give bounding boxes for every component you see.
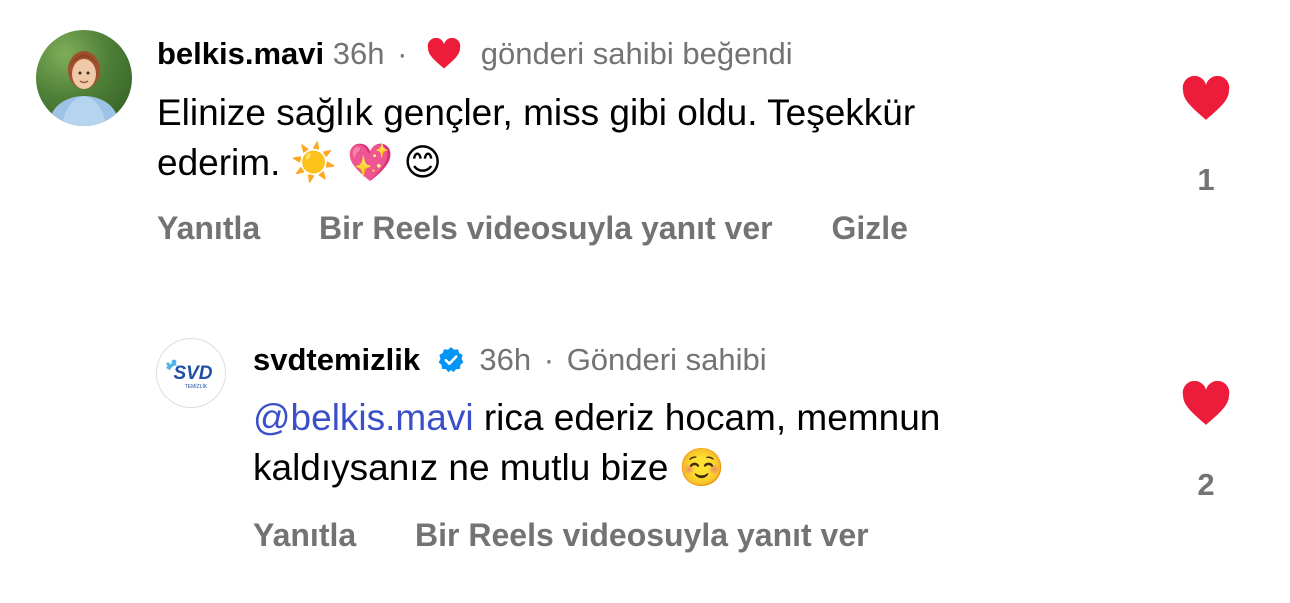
smiling-face-emoji: ☺️	[678, 446, 725, 489]
separator: ·	[543, 342, 555, 377]
comment-text-line-2: ederim.	[157, 142, 281, 183]
comment-text: Elinize sağlık gençler, miss gibi oldu. …	[157, 88, 915, 188]
reels-reply-button[interactable]: Bir Reels videosuyla yanıt ver	[319, 210, 773, 246]
like-column: 2	[1176, 381, 1236, 503]
reply-button[interactable]: Yanıtla	[253, 517, 356, 553]
author-role-label: Gönderi sahibi	[566, 342, 767, 377]
logo-text: SVD	[173, 363, 212, 384]
comment-text-line-1: rica ederiz hocam, memnun	[473, 397, 941, 438]
logo-subtext: TEMİZLİK	[185, 383, 208, 390]
reels-reply-button[interactable]: Bir Reels videosuyla yanıt ver	[415, 517, 869, 553]
like-count[interactable]: 1	[1176, 162, 1236, 198]
heart-icon[interactable]	[1181, 381, 1231, 427]
comment-header: belkis.mavi 36h · gönderi sahibi beğendi	[157, 34, 793, 74]
comment-text-line: @belkis.mavi rica ederiz hocam, memnun	[253, 393, 940, 443]
verified-badge-icon	[438, 347, 464, 373]
comment-text: @belkis.mavi rica ederiz hocam, memnun k…	[253, 393, 940, 493]
separator: ·	[397, 36, 408, 71]
svd-logo-icon: SVD TEMİZLİK	[157, 339, 225, 407]
liked-by-author-label: gönderi sahibi beğendi	[480, 36, 793, 71]
avatar[interactable]	[36, 30, 132, 126]
comment-actions: Yanıtla Bir Reels videosuyla yanıt ver G…	[157, 208, 958, 248]
heart-icon[interactable]	[1181, 76, 1231, 122]
timestamp: 36h	[479, 342, 532, 377]
sun-emoji: ☀️	[290, 141, 337, 184]
comment-item: belkis.mavi 36h · gönderi sahibi beğendi…	[0, 0, 1290, 300]
comment-text-line: ederim. ☀️ 💖 😊	[157, 138, 915, 188]
username[interactable]: belkis.mavi	[157, 36, 324, 71]
mention-link[interactable]: @belkis.mavi	[253, 397, 474, 438]
username[interactable]: svdtemizlik	[253, 342, 420, 377]
avatar[interactable]: SVD TEMİZLİK	[156, 338, 226, 408]
profile-photo-icon	[50, 51, 118, 126]
like-column: 1	[1176, 76, 1236, 198]
comment-text-line-2: kaldıysanız ne mutlu bize	[253, 447, 669, 488]
reply-button[interactable]: Yanıtla	[157, 210, 260, 246]
smiling-face-emoji: 😊	[403, 141, 442, 184]
comment-actions: Yanıtla Bir Reels videosuyla yanıt ver	[253, 515, 919, 555]
sparkling-heart-emoji: 💖	[347, 141, 394, 184]
like-count[interactable]: 2	[1176, 467, 1236, 503]
hide-button[interactable]: Gizle	[831, 210, 907, 246]
timestamp: 36h	[332, 36, 385, 71]
heart-icon	[427, 38, 461, 69]
comment-text-line: Elinize sağlık gençler, miss gibi oldu. …	[157, 92, 916, 133]
comment-header: svdtemizlik 36h · Gönderi sahibi	[253, 340, 767, 380]
comment-text-line: kaldıysanız ne mutlu bize ☺️	[253, 443, 940, 493]
